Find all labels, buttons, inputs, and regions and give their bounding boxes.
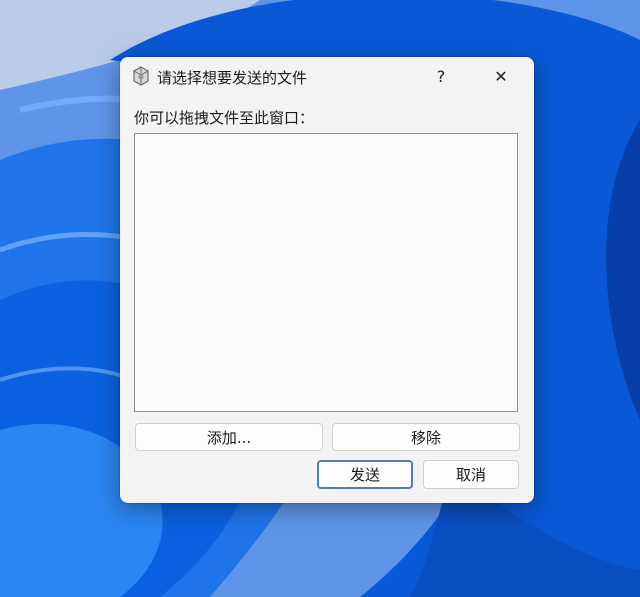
- file-drop-list[interactable]: [134, 133, 518, 412]
- dialog-title: 请选择想要发送的文件: [157, 69, 308, 87]
- help-button[interactable]: ?: [418, 57, 464, 95]
- dialog-titlebar[interactable]: 请选择想要发送的文件 ? ✕: [120, 57, 534, 95]
- drag-instruction-label: 你可以拖拽文件至此窗口：: [134, 109, 315, 127]
- cancel-button[interactable]: 取消: [423, 460, 519, 489]
- app-icon: [132, 66, 150, 86]
- send-button[interactable]: 发送: [317, 460, 413, 489]
- remove-button[interactable]: 移除: [332, 423, 520, 451]
- close-button[interactable]: ✕: [478, 57, 524, 95]
- add-button[interactable]: 添加...: [135, 423, 323, 451]
- file-send-dialog: 请选择想要发送的文件 ? ✕ 你可以拖拽文件至此窗口： 添加... 移除 发送 …: [120, 57, 534, 503]
- help-icon: ?: [436, 66, 446, 86]
- close-icon: ✕: [494, 66, 508, 86]
